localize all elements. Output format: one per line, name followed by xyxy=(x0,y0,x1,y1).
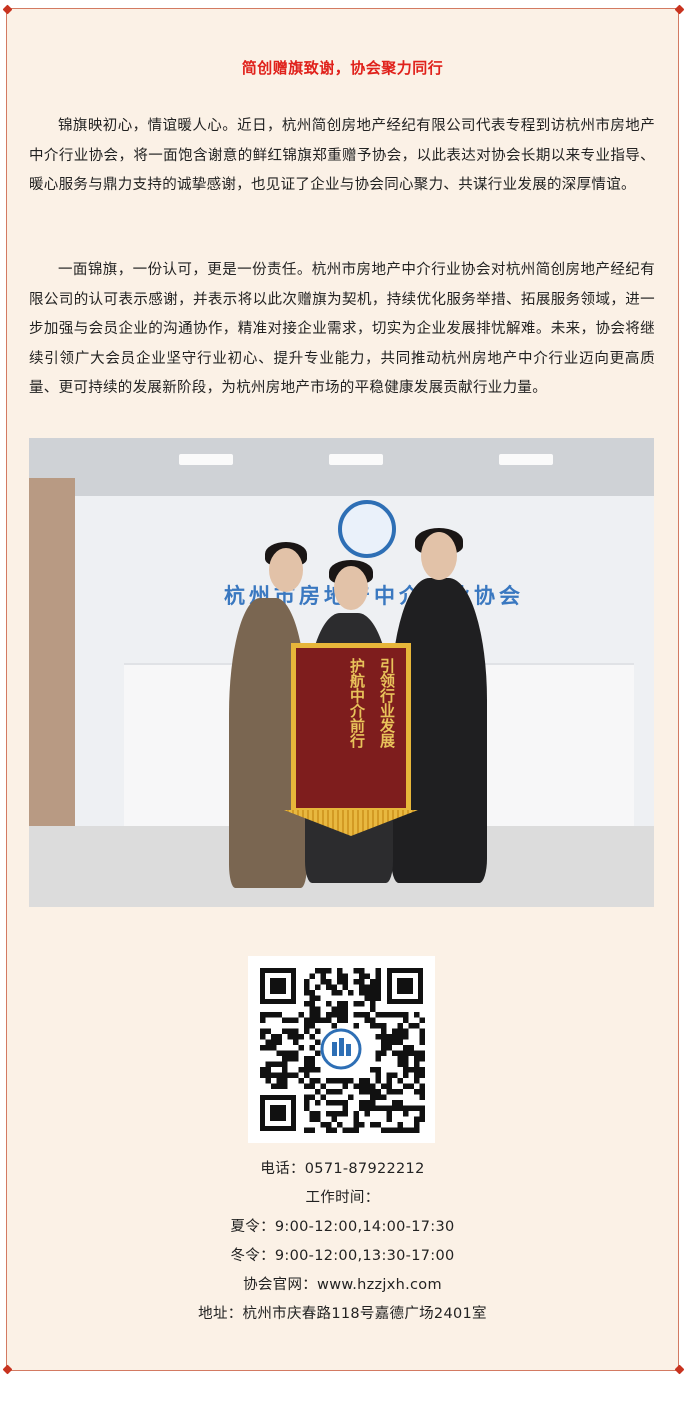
corner-ornament xyxy=(674,1364,685,1375)
silk-banner: 引领行业发展 护航中介前行 xyxy=(291,643,411,813)
banner-text-2: 护航中介前行 xyxy=(348,658,366,748)
qr-code[interactable] xyxy=(248,956,435,1143)
contact-address: 地址：杭州市庆春路118号嘉德广场2401室 xyxy=(198,1306,487,1322)
work-hours-label: 工作时间： xyxy=(305,1190,380,1206)
banner-text-1: 引领行业发展 xyxy=(378,658,396,748)
event-photo: 杭州市房地产中介行业协会 引领行业发展 护航中介前行 xyxy=(29,438,654,907)
paragraph-1: 锦旗映初心，情谊暖人心。近日，杭州简创房地产经纪有限公司代表专程到访杭州市房地产… xyxy=(29,118,655,193)
summer-hours: 夏令：9:00-12:00,14:00-17:30 xyxy=(230,1219,455,1235)
article-title: 简创赠旗致谢，协会聚力同行 xyxy=(241,59,444,77)
contact-phone: 电话：0571-87922212 xyxy=(260,1161,425,1177)
qr-code-icon xyxy=(248,956,435,1143)
door xyxy=(29,478,75,828)
website-link[interactable]: 协会官网：www.hzzjxh.com xyxy=(0,1273,685,1294)
winter-hours: 冬令：9:00-12:00,13:30-17:00 xyxy=(230,1248,455,1264)
paragraph-2: 一面锦旗，一份认可，更是一份责任。杭州市房地产中介行业协会对杭州简创房地产经纪有… xyxy=(29,262,655,396)
association-logo-icon xyxy=(338,500,396,558)
